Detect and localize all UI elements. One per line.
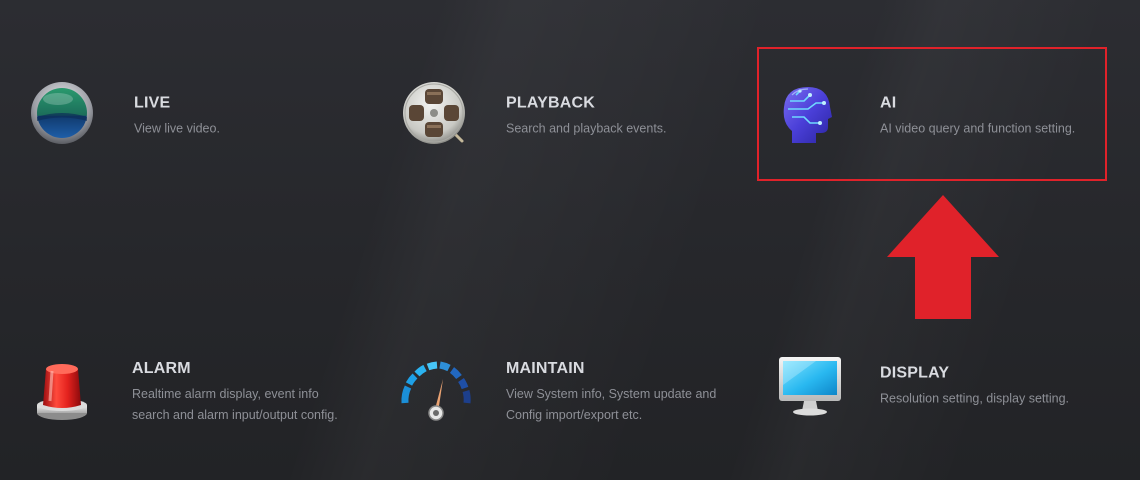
- menu-item-live[interactable]: LIVE View live video.: [28, 62, 368, 172]
- main-menu-screen: LIVE View live video. PLAYBACK Search an…: [0, 0, 1140, 480]
- menu-item-title: PLAYBACK: [506, 94, 596, 112]
- menu-item-title: MAINTAIN: [506, 360, 585, 377]
- menu-item-maintain[interactable]: MAINTAIN View System info, System update…: [398, 338, 738, 448]
- menu-item-alarm[interactable]: ALARM Realtime alarm display, event info…: [28, 338, 368, 448]
- up-arrow-icon: [887, 195, 999, 319]
- menu-item-playback[interactable]: PLAYBACK Search and playback events.: [400, 62, 740, 172]
- alarm-light-icon: [28, 357, 100, 429]
- menu-item-title: DISPLAY: [880, 364, 950, 382]
- monitor-icon: [776, 351, 848, 423]
- menu-item-description: Search and playback events.: [506, 121, 667, 136]
- film-reel-icon: [400, 81, 472, 153]
- menu-item-title: LIVE: [134, 94, 171, 112]
- menu-item-description: Resolution setting, display setting.: [880, 391, 1069, 406]
- menu-item-title: ALARM: [132, 360, 191, 377]
- gauge-icon: [398, 357, 471, 429]
- menu-item-display[interactable]: DISPLAY Resolution setting, display sett…: [776, 332, 1116, 442]
- highlight-box: [757, 47, 1107, 181]
- menu-item-description: View System info, System update and Conf…: [506, 387, 717, 422]
- menu-item-description: View live video.: [134, 121, 220, 136]
- menu-item-description: Realtime alarm display, event info searc…: [132, 387, 338, 422]
- globe-icon: [28, 81, 100, 153]
